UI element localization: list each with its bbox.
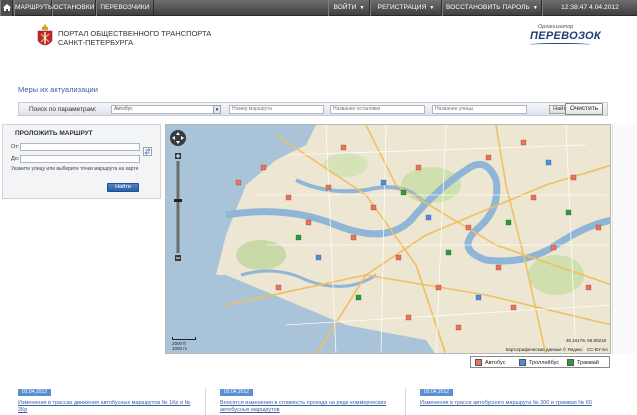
from-input[interactable]	[20, 143, 140, 151]
search-bar: Поиск по параметрам: Автобус ▼ Номер мар…	[18, 102, 608, 116]
map-copyright-text: Картографические данные © Яндекс	[505, 347, 583, 352]
tram-icon	[567, 359, 574, 367]
legend-tram[interactable]: Трамвай	[567, 359, 599, 367]
stop-markers[interactable]	[166, 125, 611, 354]
nav-stops[interactable]: ОСТАНОВКИ	[52, 0, 96, 16]
news-date: 02.04.2012	[18, 389, 52, 396]
news-link[interactable]: Изменения в трассах движения автобусных …	[18, 400, 198, 414]
legend-bus-label: Автобус	[485, 360, 506, 366]
home-button[interactable]	[0, 0, 13, 16]
route-hint: Укажите улицу или выберите точки маршрут…	[11, 166, 139, 172]
route-find-button[interactable]: Найти	[107, 183, 139, 192]
nav-login[interactable]: ВОЙТИ ▼	[328, 0, 370, 16]
news-item: 02.04.2012 Изменения в трассах движения …	[18, 388, 198, 414]
to-label: До:	[11, 156, 20, 162]
map-copyright: Картографические данные © Яндекс CC-BY-S…	[506, 347, 608, 352]
stop-name-input[interactable]: Название остановки	[330, 105, 425, 114]
nav-register[interactable]: РЕГИСТРАЦИЯ ▼	[370, 0, 442, 16]
legend-tram-label: Трамвай	[577, 360, 599, 366]
spb-coat-of-arms-logo[interactable]	[36, 23, 54, 49]
bus-icon	[475, 359, 482, 367]
swap-icon[interactable]	[143, 147, 152, 156]
news-link[interactable]: Изменения в трассе автобусного маршрута …	[420, 400, 600, 407]
search-label: Поиск по параметрам:	[29, 106, 97, 113]
map-license[interactable]: CC-BY-SA	[587, 347, 608, 352]
news-item: 02.04.2012 Вносятся изменения в стоимост…	[220, 388, 400, 414]
portal-title-line1: ПОРТАЛ ОБЩЕСТВЕННОГО ТРАНСПОРТА	[58, 29, 212, 38]
to-input[interactable]	[20, 155, 140, 163]
home-icon	[2, 4, 11, 11]
route-number-input[interactable]: Номер маршрута	[229, 105, 324, 114]
brand-swoosh	[530, 43, 590, 46]
transport-type-select[interactable]: Автобус ▼	[111, 105, 221, 114]
nav-restore-password[interactable]: ВОССТАНОВИТЬ ПАРОЛЬ ▼	[442, 0, 542, 16]
map-coordinates: 30.16179, 59.90218	[565, 338, 606, 343]
nav-routes[interactable]: МАРШРУТЫ	[14, 0, 54, 16]
portal-title: ПОРТАЛ ОБЩЕСТВЕННОГО ТРАНСПОРТА САНКТ-ПЕ…	[58, 29, 211, 47]
caret-down-icon: ▼	[532, 5, 538, 11]
news-divider	[405, 388, 406, 415]
legend-trolleybus[interactable]: Троллейбус	[519, 359, 559, 367]
news-item: 02.04.2012 Изменения в трассе автобусног…	[420, 388, 600, 407]
scale-m: 1000 m	[172, 346, 188, 351]
street-name-input[interactable]: Название улицы	[432, 105, 527, 114]
map-scale: 2000 ft 1000 m	[172, 337, 196, 351]
news-date: 02.04.2012	[420, 389, 454, 396]
datetime-display: 12:38:47 4.04.2012	[542, 0, 637, 16]
news-divider	[205, 388, 206, 415]
nav-register-label: РЕГИСТРАЦИЯ	[377, 4, 427, 11]
update-link[interactable]: Меры их актуализации	[18, 85, 98, 94]
nav-login-label: ВОЙТИ	[333, 4, 357, 11]
portal-title-line2: САНКТ-ПЕТЕРБУРГА	[58, 38, 134, 47]
nav-restore-label: ВОССТАНОВИТЬ ПАРОЛЬ	[446, 4, 530, 11]
caret-down-icon: ▼	[359, 5, 365, 11]
transport-organizer-logo[interactable]: Организатор ПЕРЕВОЗОК	[530, 24, 601, 48]
route-panel-title: ПРОЛОЖИТЬ МАРШРУТ	[15, 130, 93, 137]
caret-down-icon: ▼	[429, 5, 435, 11]
from-label: От:	[11, 144, 20, 150]
nav-carriers[interactable]: ПЕРЕВОЗЧИКИ	[96, 0, 154, 16]
map-legend: Автобус Троллейбус Трамвай	[470, 356, 610, 368]
clear-button[interactable]: Очистить	[565, 103, 603, 115]
trolleybus-icon	[519, 359, 526, 367]
top-navigation-bar: МАРШРУТЫ ОСТАНОВКИ ПЕРЕВОЗЧИКИ ВОЙТИ ▼ РЕ…	[0, 0, 637, 16]
route-panel: ПРОЛОЖИТЬ МАРШРУТ От: До: Укажите улицу …	[2, 124, 161, 199]
right-gutter	[612, 124, 636, 354]
legend-bus[interactable]: Автобус	[475, 359, 505, 367]
legend-trolleybus-label: Троллейбус	[529, 360, 560, 366]
news-date: 02.04.2012	[220, 389, 254, 396]
scale-line	[172, 337, 196, 340]
chevron-down-icon[interactable]: ▼	[213, 105, 221, 114]
city-map[interactable]: 2000 ft 1000 m 30.16179, 59.90218 Картог…	[165, 124, 611, 354]
news-link[interactable]: Вносятся изменения в стоимость проезда н…	[220, 400, 400, 414]
transport-type-value: Автобус	[114, 106, 133, 112]
brand-name: ПЕРЕВОЗОК	[530, 30, 601, 42]
